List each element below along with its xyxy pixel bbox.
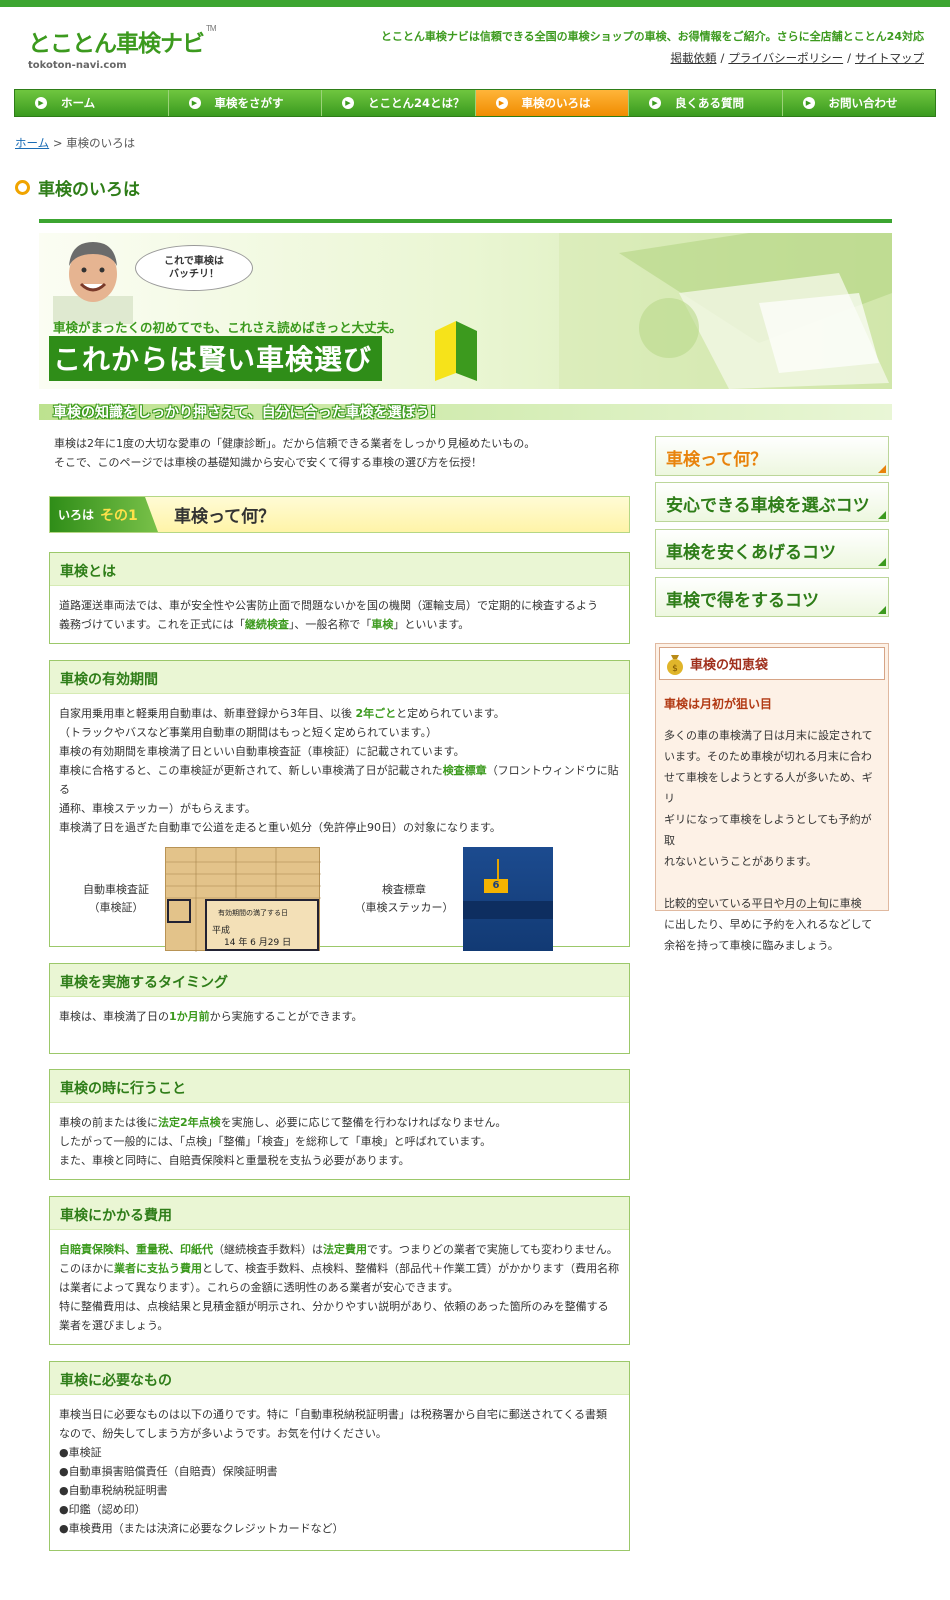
nav-tokoton24[interactable]: ▶ とことん24とは？ bbox=[322, 90, 476, 116]
arrow-right-icon: ▶ bbox=[495, 97, 508, 109]
hero-subtitle: 車検がまったくの初めてでも、これさえ読めばきっと大丈夫。 bbox=[53, 320, 402, 335]
side-menu-cheap-tips[interactable]: 車検を安くあげるコツ bbox=[655, 529, 889, 569]
box-title: 車検とは bbox=[50, 553, 629, 586]
logo-domain: tokoton-navi.com bbox=[28, 60, 127, 71]
info-box-timing: 車検を実施するタイミング 車検は、車検満了日の1か月前から実施することができます… bbox=[49, 963, 630, 1054]
nav-shaken-basics[interactable]: ▶ 車検のいろは bbox=[475, 90, 629, 116]
nav-faq[interactable]: ▶ 良くある質問 bbox=[629, 90, 783, 116]
box-body: 道路運送車両法では、車が安全性や公害防止面で問題ないかを国の機関（運輸支局）で定… bbox=[59, 599, 598, 631]
circle-icon bbox=[15, 180, 30, 195]
site-tagline: とことん車検ナビは信頼できる全国の車検ショップの車検、お得情報をご紹介。さらに全… bbox=[380, 30, 924, 43]
hero-banner: これで車検は バッチリ！ 車検がまったくの初めてでも、これさえ読めばきっと大丈夫。… bbox=[39, 233, 892, 389]
svg-text:$: $ bbox=[672, 664, 678, 674]
list-item: ●車検証 bbox=[59, 1446, 102, 1459]
info-box-requirements: 車検に必要なもの 車検当日に必要なものは以下の通りです。特に「自動車税納税証明書… bbox=[49, 1361, 630, 1551]
figure-row: 自動車検査証 （車検証） 有効期間の満了する日 平成 14 年 6 月29 日 検… bbox=[59, 847, 620, 953]
speech-bubble: これで車検は バッチリ！ bbox=[135, 245, 253, 291]
list-item: ●車検費用（または決済に必要なクレジットカードなど） bbox=[59, 1522, 344, 1535]
nav-home[interactable]: ▶ ホーム bbox=[15, 90, 169, 116]
tips-title: 車検の知恵袋 bbox=[690, 658, 769, 673]
list-item: ●印鑑（認め印） bbox=[59, 1503, 146, 1516]
divider bbox=[39, 219, 892, 223]
hero-headline: これからは賢い車検選び bbox=[49, 336, 383, 381]
nav-search-shaken[interactable]: ▶ 車検をさがす bbox=[168, 90, 322, 116]
intro-text: 車検は2年に1度の大切な愛車の「健康診断」。だから信頼できる業者をしっかり見極め… bbox=[54, 437, 536, 469]
section-header: いろは その1 車検って何？ bbox=[49, 496, 630, 533]
breadcrumb-current: 車検のいろは bbox=[66, 136, 136, 150]
subtitle-strip: 車検の知識をしっかり押さえて、自分に合った車検を選ぼう！ bbox=[39, 404, 892, 421]
page-title-block: 車検のいろは bbox=[15, 175, 140, 200]
box-title: 車検に必要なもの bbox=[50, 1362, 629, 1395]
box-title: 車検の有効期間 bbox=[50, 661, 629, 694]
box-body: 車検の前または後に法定2年点検を実施し、必要に応じて整備を行わなければなりません… bbox=[59, 1116, 507, 1167]
arrow-right-icon: ▶ bbox=[649, 97, 661, 109]
tips-header: $ 車検の知恵袋 bbox=[659, 647, 885, 680]
top-accent-bar bbox=[0, 0, 950, 7]
arrow-right-icon: ▶ bbox=[35, 97, 47, 109]
side-menu-what-is-shaken[interactable]: 車検って何？ bbox=[655, 436, 889, 476]
corner-arrow-icon bbox=[878, 465, 886, 473]
info-box-costs: 車検にかかる費用 自賠責保険料、重量税、印紙代（継続検査手数料）は法定費用です。… bbox=[49, 1196, 630, 1345]
box-title: 車検を実施するタイミング bbox=[50, 964, 629, 997]
tips-body: 多くの車の車検満了日は月末に設定されて います。そのため車検が切れる月末に合わ … bbox=[664, 729, 873, 952]
smiling-man-image bbox=[53, 242, 133, 324]
nav-label: 車検のいろは bbox=[521, 96, 591, 110]
box-title: 車検にかかる費用 bbox=[50, 1197, 629, 1230]
strip-text: 車検の知識をしっかり押さえて、自分に合った車検を選ぼう！ bbox=[53, 405, 444, 421]
page-title: 車検のいろは bbox=[38, 180, 140, 200]
inspection-certificate-image: 有効期間の満了する日 平成 14 年 6 月29 日 bbox=[165, 847, 321, 952]
inspection-sticker-image: 6 bbox=[463, 847, 553, 951]
box-title: 車検の時に行うこと bbox=[50, 1070, 629, 1103]
info-box-what-is-shaken: 車検とは 道路運送車両法では、車が安全性や公害防止面で問題ないかを国の機関（運輸… bbox=[49, 552, 630, 644]
logo-tm: TM bbox=[206, 24, 217, 33]
box-body: 車検は、車検満了日の1か月前から実施することができます。 bbox=[59, 1010, 363, 1023]
box-body: 自家用乗用車と軽乗用自動車は、新車登録から3年目、以後 2年ごとと定められていま… bbox=[50, 694, 629, 953]
tips-subtitle: 車検は月初が狙い目 bbox=[664, 697, 773, 711]
header-links: 掲載依頼 / プライバシーポリシー / サイトマップ bbox=[670, 51, 924, 65]
nav-label: 良くある質問 bbox=[675, 96, 744, 110]
breadcrumb: ホーム > 車検のいろは bbox=[15, 135, 135, 151]
breadcrumb-sep: > bbox=[52, 136, 63, 150]
money-bag-icon: $ bbox=[667, 654, 683, 675]
list-item: ●自動車損害賠償責任（自賠責）保険証明書 bbox=[59, 1465, 278, 1478]
nav-label: ホーム bbox=[61, 96, 96, 110]
global-nav: ▶ ホーム ▶ 車検をさがす ▶ とことん24とは？ ▶ 車検のいろは ▶ 良くある質問 … bbox=[14, 89, 936, 117]
figure-caption: 自動車検査証 （車検証） bbox=[83, 883, 149, 914]
logo-text: とことん車検ナビ bbox=[28, 30, 205, 56]
nav-label: お問い合わせ bbox=[828, 96, 898, 110]
list-item: ●自動車税納税証明書 bbox=[59, 1484, 168, 1497]
breadcrumb-home[interactable]: ホーム bbox=[15, 136, 49, 150]
site-logo[interactable]: とことん車検ナビTM tokoton-navi.com bbox=[28, 24, 217, 71]
arrow-right-icon: ▶ bbox=[188, 97, 201, 109]
tips-box: $ 車検の知恵袋 車検は月初が狙い目 多くの車の車検満了日は月末に設定されて い… bbox=[655, 643, 889, 952]
side-menu-choose-tips[interactable]: 安心できる車検を選ぶコツ bbox=[655, 482, 889, 522]
section-badge: いろは その1 bbox=[50, 497, 158, 532]
nav-label: とことん24とは？ bbox=[368, 96, 465, 110]
corner-arrow-icon bbox=[878, 558, 886, 566]
arrow-right-icon: ▶ bbox=[342, 97, 354, 109]
doc-date-text: 14 年 6 月29 日 bbox=[224, 938, 292, 948]
info-box-validity: 車検の有効期間 自家用乗用車と軽乗用自動車は、新車登録から3年目、以後 2年ごと… bbox=[49, 660, 630, 952]
info-box-what-is-done: 車検の時に行うこと 車検の前または後に法定2年点検を実施し、必要に応じて整備を行… bbox=[49, 1069, 630, 1180]
figure-caption: 検査標章 （車検ステッカー） bbox=[354, 883, 454, 914]
beginner-mark-icon bbox=[435, 321, 477, 381]
corner-arrow-icon bbox=[878, 511, 886, 519]
doc-header-text: 有効期間の満了する日 bbox=[218, 909, 288, 917]
desk-photo-image bbox=[559, 233, 892, 389]
corner-arrow-icon bbox=[878, 606, 886, 614]
box-body: 自賠責保険料、重量税、印紙代（継続検査手数料）は法定費用です。つまりどの業者で実… bbox=[59, 1243, 620, 1332]
link-listing-request[interactable]: 掲載依頼 bbox=[670, 51, 716, 65]
nav-label: 車検をさがす bbox=[214, 96, 284, 110]
nav-contact[interactable]: ▶ お問い合わせ bbox=[782, 90, 935, 116]
sticker-number: 6 bbox=[484, 879, 508, 893]
arrow-right-icon: ▶ bbox=[802, 97, 815, 109]
box-body: 車検当日に必要なものは以下の通りです。特に「自動車税納税証明書」は税務署から自宅… bbox=[50, 1395, 629, 1538]
side-menu-save-tips[interactable]: 車検で得をするコツ bbox=[655, 577, 889, 617]
link-sitemap[interactable]: サイトマップ bbox=[855, 51, 924, 65]
link-privacy-policy[interactable]: プライバシーポリシー bbox=[728, 51, 843, 65]
section-title: 車検って何？ bbox=[174, 507, 276, 527]
